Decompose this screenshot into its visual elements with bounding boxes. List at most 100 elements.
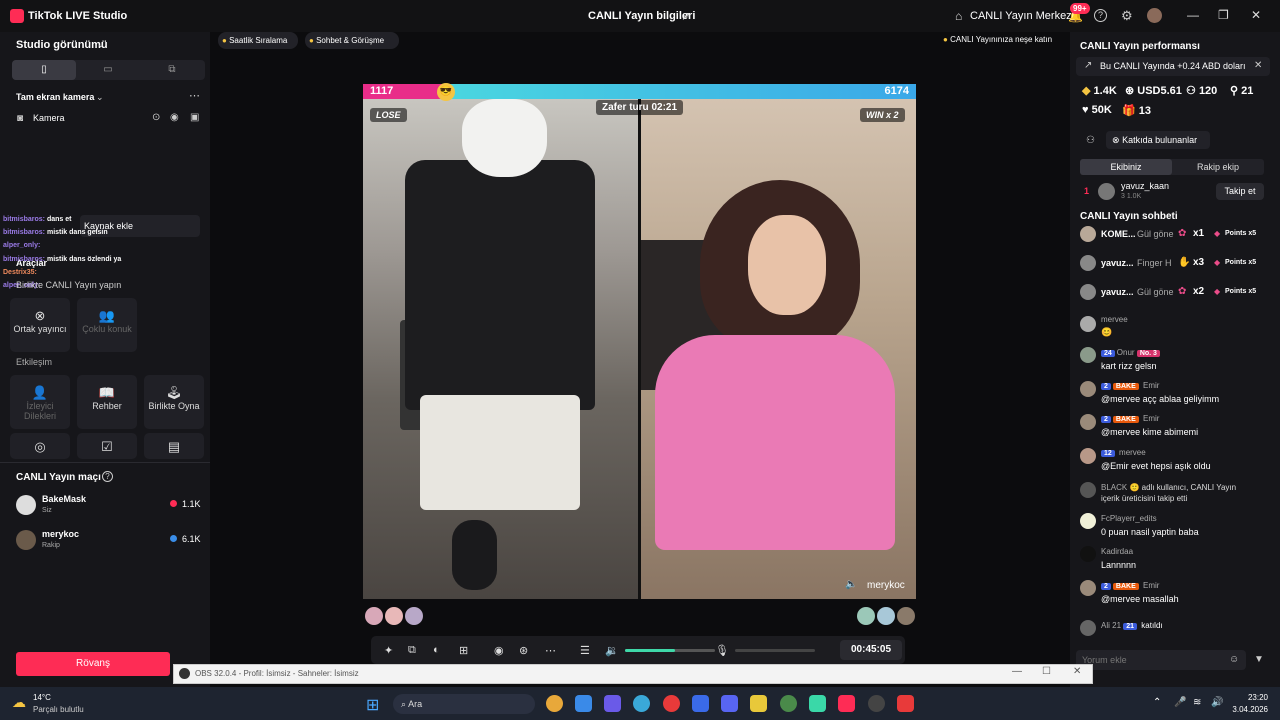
follow-button[interactable]: Takip et xyxy=(1216,183,1264,200)
avatar[interactable] xyxy=(365,607,383,625)
help-icon[interactable]: ? xyxy=(102,471,113,482)
gear-icon[interactable]: ⚙ xyxy=(1121,8,1133,24)
tool-button[interactable]: ◎ xyxy=(10,433,70,459)
live-center-link[interactable]: CANLI Yayın Merkezi xyxy=(970,10,1074,22)
filter-icon[interactable]: ◐ xyxy=(433,644,440,656)
trophy-icon: ● xyxy=(222,36,227,45)
studio-view-label[interactable]: Studio görünümü xyxy=(16,39,108,51)
help-icon[interactable]: ? xyxy=(1094,9,1107,22)
discord-icon[interactable] xyxy=(721,695,738,712)
scene-label[interactable]: Tam ekran kamera xyxy=(16,92,94,102)
clock-time[interactable]: 23:20 xyxy=(1238,693,1268,702)
camera-switch-icon[interactable]: ⊛ xyxy=(519,644,528,657)
chevron-down-icon[interactable]: ⌄ xyxy=(96,92,104,103)
earnings-banner: ↗ Bu CANLI Yayında +0.24 ABD doları ✕ xyxy=(1076,57,1270,76)
earnings-text: Bu CANLI Yayında +0.24 ABD doları xyxy=(1100,61,1246,71)
edge-icon[interactable] xyxy=(633,695,650,712)
volume-icon[interactable]: 🔉 xyxy=(605,644,619,657)
player-score: 1.1K xyxy=(182,499,201,509)
more-icon[interactable]: ⋯ xyxy=(545,644,556,657)
speaker-icon[interactable]: 🔈 xyxy=(845,579,857,590)
avatar[interactable] xyxy=(385,607,403,625)
more-icon[interactable]: ⋯ xyxy=(189,89,200,102)
close-icon[interactable]: ✕ xyxy=(1251,8,1261,22)
microphone-icon[interactable]: 🎤 xyxy=(1174,697,1186,708)
tiktok-icon[interactable] xyxy=(838,695,855,712)
team-dot xyxy=(170,500,177,507)
viewer-wishes-button[interactable]: 👤 İzleyici Dilekleri xyxy=(10,375,70,429)
close-icon[interactable]: ✕ xyxy=(1073,666,1081,677)
portrait-option[interactable]: ▯ xyxy=(12,60,76,80)
share-icon[interactable]: ↗ xyxy=(681,9,691,23)
tab-rival-team[interactable]: Rakip ekip xyxy=(1172,159,1264,175)
comment-input[interactable] xyxy=(1076,650,1246,670)
avatar[interactable] xyxy=(897,607,915,625)
volume-icon[interactable]: 🔊 xyxy=(1211,697,1223,708)
adjust-icon[interactable]: ☰ xyxy=(580,644,590,657)
player-name: merykoc xyxy=(42,529,80,539)
effects-icon[interactable]: ⧉ xyxy=(408,644,416,657)
tip-text[interactable]: ● CANLI Yayınınıza neşe katın xyxy=(943,35,1052,44)
lock-icon[interactable]: ▣ xyxy=(190,112,199,123)
opponent-figure xyxy=(748,215,826,315)
play-together-button[interactable]: 🕹 Birlikte Oyna xyxy=(144,375,204,429)
chat-overlay-line: bitmisbaros: mistik dans özlendi ya xyxy=(3,256,122,263)
taskbar-search[interactable]: ⌕ Ara xyxy=(393,694,535,714)
close-icon[interactable]: ✕ xyxy=(1254,60,1262,71)
chrome-icon[interactable] xyxy=(780,695,797,712)
opera-icon[interactable] xyxy=(663,695,680,712)
weather-text[interactable]: Parçalı bulutlu xyxy=(33,705,84,714)
teams-icon[interactable] xyxy=(604,695,621,712)
filter-icon[interactable]: ▼ xyxy=(1254,654,1264,665)
tool-button[interactable]: ☑ xyxy=(77,433,137,459)
weather-icon[interactable]: ☁ xyxy=(12,694,26,711)
chat-meet-pill[interactable]: ● Sohbet & Görüşme xyxy=(305,32,399,49)
emoji-icon[interactable]: ☺ xyxy=(1229,654,1239,665)
app-icon[interactable] xyxy=(809,695,826,712)
eye-icon[interactable]: ◉ xyxy=(170,112,179,123)
multi-option[interactable]: ⧉ xyxy=(140,60,204,80)
chevron-down-icon[interactable]: ⌄ xyxy=(97,39,105,50)
chevron-up-icon[interactable]: ⌃ xyxy=(1153,697,1161,708)
home-icon[interactable]: ⌂ xyxy=(955,9,962,23)
temperature[interactable]: 14°C xyxy=(33,693,51,702)
overlay-icon[interactable]: ⊞ xyxy=(459,644,468,657)
chrome-icon[interactable] xyxy=(546,695,563,712)
wifi-icon[interactable]: ≋ xyxy=(1193,697,1201,708)
store-icon[interactable] xyxy=(575,695,592,712)
obs-icon[interactable] xyxy=(868,695,885,712)
avatar[interactable] xyxy=(857,607,875,625)
obs-window[interactable]: OBS 32.0.4 - Profil: İsimsiz - Sahneler:… xyxy=(173,664,1093,684)
maximize-icon[interactable]: ☐ xyxy=(1042,666,1051,677)
tab-our-team[interactable]: Ekibiniz xyxy=(1080,159,1172,175)
tool-button[interactable]: ▤ xyxy=(144,433,204,459)
record-icon[interactable]: ◉ xyxy=(494,644,504,657)
minimize-icon[interactable]: — xyxy=(1012,666,1022,677)
camera-source[interactable]: Kamera xyxy=(33,113,65,123)
folder-icon[interactable] xyxy=(750,695,767,712)
hourly-ranking-pill[interactable]: ● Saatlik Sıralama xyxy=(218,32,298,49)
avatar[interactable] xyxy=(877,607,895,625)
mic-slider[interactable] xyxy=(735,649,815,652)
avatar[interactable] xyxy=(405,607,423,625)
maximize-icon[interactable]: ❐ xyxy=(1218,8,1229,22)
microphone-icon[interactable]: 🎙 xyxy=(715,644,729,657)
guide-button[interactable]: 📖 Rehber xyxy=(77,375,137,429)
rematch-button[interactable]: Rövanş xyxy=(16,652,170,676)
volume-slider[interactable] xyxy=(625,649,715,652)
landscape-option[interactable]: ▭ xyxy=(76,60,140,80)
windows-start-icon[interactable]: ⊞ xyxy=(366,695,379,715)
settings-icon[interactable]: ⊙ xyxy=(152,112,160,123)
co-host-button[interactable]: ⊗ Ortak yayıncı xyxy=(10,298,70,352)
magic-wand-icon[interactable]: ✦ xyxy=(384,644,393,657)
avatar xyxy=(1080,580,1096,596)
minimize-icon[interactable]: — xyxy=(1187,8,1199,22)
diamond-icon: ◆ xyxy=(1082,85,1091,97)
live-info-title[interactable]: CANLI Yayın bilgileri xyxy=(588,10,695,22)
youtube-icon[interactable] xyxy=(897,695,914,712)
clock-date[interactable]: 3.04.2026 xyxy=(1226,705,1268,714)
contributors-button[interactable]: ⊗ Katkıda bulunanlar xyxy=(1106,131,1210,149)
avatar[interactable] xyxy=(1147,8,1162,23)
multi-guest-button[interactable]: 👥 Çoklu konuk xyxy=(77,298,137,352)
mail-icon[interactable] xyxy=(692,695,709,712)
